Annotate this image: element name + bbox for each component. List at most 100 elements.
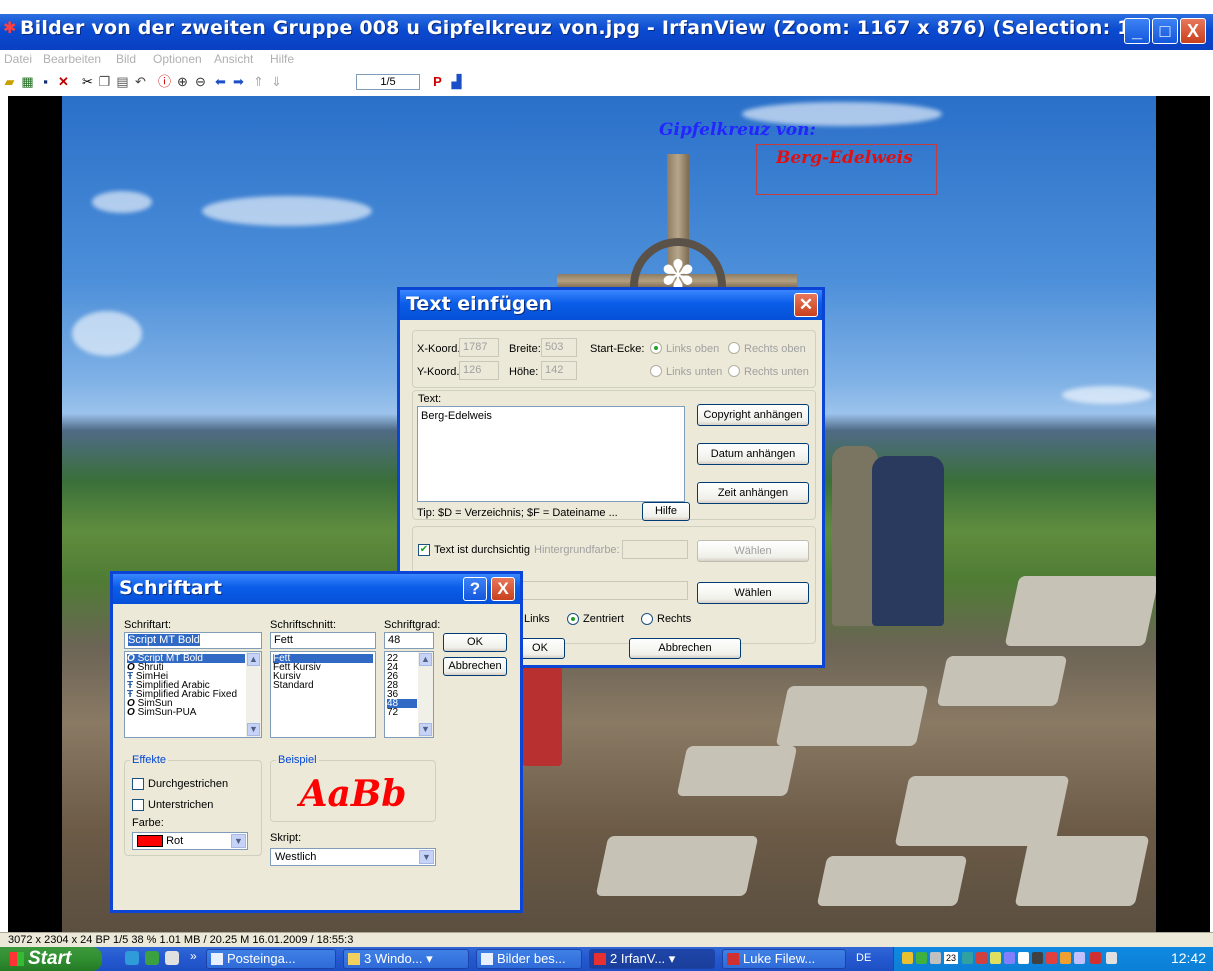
zoom-in-icon[interactable]: ⊕ [175,74,190,89]
menu-datei[interactable]: Datei [4,52,32,66]
window-title-bar[interactable]: ✱ Bilder von der zweiten Gruppe 008 u Gi… [0,14,1213,50]
maximize-button[interactable]: □ [1152,18,1178,44]
font-style-list[interactable]: Fett Fett Kursiv Kursiv Standard [270,651,376,738]
menu-bild[interactable]: Bild [116,52,136,66]
tray-icon[interactable] [902,952,913,964]
tray-icon[interactable] [1090,952,1101,964]
x-coord-field[interactable]: 1787 [459,338,499,357]
underline-checkbox[interactable] [132,799,144,811]
speaker-icon[interactable] [1060,952,1071,964]
text-dialog-close-button[interactable]: ✕ [794,293,818,317]
chevron-down-icon[interactable]: ▼ [231,834,246,848]
tray-icon[interactable] [1018,952,1029,964]
task-irfanview[interactable]: 2 IrfanV... ▾ [589,949,715,969]
exit-icon[interactable]: ▟ [449,74,464,89]
open-icon[interactable]: ▰ [2,74,17,89]
delete-icon[interactable]: ✕ [56,74,71,89]
quicklaunch-browser-icon[interactable] [145,951,159,965]
help-question-button[interactable]: ? [463,577,487,601]
paste-icon[interactable]: ▤ [115,74,130,89]
tray-icon[interactable] [1074,952,1085,964]
network-icon[interactable] [1106,952,1117,964]
font-size-list[interactable]: 22 24 26 28 36 48 72 ▲ ▼ [384,651,434,738]
copy-icon[interactable]: ❐ [97,74,112,89]
previous-icon[interactable]: ⬅ [213,74,228,89]
font-list[interactable]: O Script MT Bold O Shruti Ŧ SimHei Ŧ Sim… [124,651,262,738]
zoom-out-icon[interactable]: ⊖ [193,74,208,89]
menu-hilfe[interactable]: Hilfe [270,52,294,66]
save-icon[interactable]: ▪ [38,74,53,89]
tray-icon[interactable] [976,952,987,964]
radio-align-right[interactable] [641,613,653,625]
font-dialog-close-button[interactable]: X [491,577,515,601]
plugin-p-icon[interactable]: P [430,74,445,89]
info-icon[interactable]: ⓘ [157,74,172,89]
slideshow-icon[interactable]: ▦ [20,74,35,89]
text-dialog-titlebar[interactable]: Text einfügen ✕ [400,290,822,320]
font-ok-button[interactable]: OK [443,633,507,652]
task-windows-folder[interactable]: 3 Windo... ▾ [343,949,469,969]
radio-rechts-unten[interactable] [728,365,740,377]
script-select[interactable]: Westlich ▼ [270,848,436,866]
tray-icon[interactable] [990,952,1001,964]
radio-align-center[interactable] [567,613,579,625]
first-icon[interactable]: ⇑ [251,74,266,89]
help-button[interactable]: Hilfe [642,502,690,521]
date-button[interactable]: Datum anhängen [697,443,809,465]
radio-links-oben[interactable] [650,342,662,354]
minimize-button[interactable]: _ [1124,18,1150,44]
size-list-item[interactable]: 72 [387,708,398,718]
radio-rechts-oben[interactable] [728,342,740,354]
quicklaunch-media-icon[interactable] [165,951,179,965]
y-coord-field[interactable]: 126 [459,361,499,380]
radio-links-unten[interactable] [650,365,662,377]
tray-icon[interactable] [930,952,941,964]
color-select[interactable]: Rot ▼ [132,832,248,850]
scroll-up-icon[interactable]: ▲ [247,653,260,666]
task-luke-filewalker[interactable]: Luke Filew... [722,949,846,969]
font-dialog-titlebar[interactable]: Schriftart ? X [113,574,520,604]
start-button[interactable]: Start [0,947,102,971]
width-field[interactable]: 503 [541,338,577,357]
size-list-scrollbar[interactable]: ▲ ▼ [418,652,433,737]
close-button[interactable]: X [1180,18,1206,44]
page-indicator[interactable]: 1/5 [356,74,420,90]
strikethrough-checkbox[interactable] [132,778,144,790]
undo-icon[interactable]: ↶ [133,74,148,89]
menu-ansicht[interactable]: Ansicht [214,52,253,66]
choose-font-button[interactable]: Wählen [697,582,809,604]
tray-icon[interactable] [1004,952,1015,964]
font-list-scrollbar[interactable]: ▲ ▼ [246,652,261,737]
font-list-item[interactable]: O SimSun-PUA [127,708,196,718]
scroll-up-icon[interactable]: ▲ [419,653,432,666]
next-icon[interactable]: ➡ [231,74,246,89]
menu-optionen[interactable]: Optionen [153,52,202,66]
font-style-field[interactable]: Fett [270,632,376,649]
task-bilder[interactable]: Bilder bes... [476,949,582,969]
chevron-down-icon[interactable]: ▼ [419,850,434,864]
tray-icon[interactable] [1032,952,1043,964]
style-list-item[interactable]: Standard [273,681,314,691]
quicklaunch-ie-icon[interactable] [125,951,139,965]
transparent-checkbox[interactable]: ✔ [418,544,430,556]
text-dialog-cancel-button[interactable]: Abbrechen [629,638,741,659]
font-name-field[interactable]: Script MT Bold [124,632,262,649]
language-indicator[interactable]: DE [856,952,871,964]
copyright-button[interactable]: Copyright anhängen [697,404,809,426]
cut-icon[interactable]: ✂ [80,74,95,89]
height-field[interactable]: 142 [541,361,577,380]
scroll-down-icon[interactable]: ▼ [247,723,260,736]
task-posteingang[interactable]: Posteinga... [206,949,336,969]
text-area[interactable]: Berg-Edelweis [417,406,685,502]
scroll-down-icon[interactable]: ▼ [419,723,432,736]
font-size-field[interactable]: 48 [384,632,434,649]
quicklaunch-more-icon[interactable]: » [190,949,197,963]
menu-bearbeiten[interactable]: Bearbeiten [43,52,101,66]
tray-icon[interactable] [916,952,927,964]
tray-icon[interactable] [962,952,973,964]
time-button[interactable]: Zeit anhängen [697,482,809,504]
tray-calendar-icon[interactable]: 23 [944,952,958,964]
font-cancel-button[interactable]: Abbrechen [443,657,507,676]
choose-bg-button[interactable]: Wählen [697,540,809,562]
tray-icon[interactable] [1046,952,1057,964]
